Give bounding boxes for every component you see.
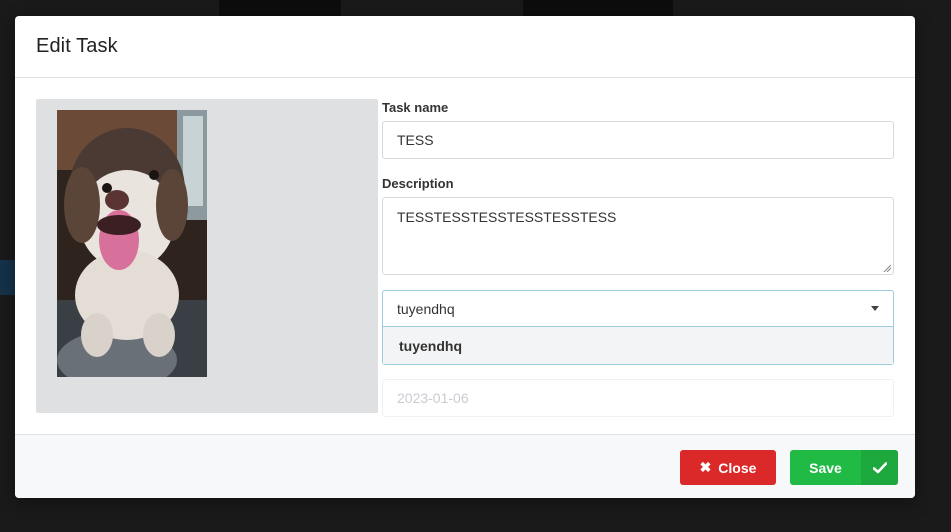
resize-handle-icon[interactable] [883, 264, 891, 272]
assignee-option[interactable]: tuyendhq [383, 327, 893, 364]
chevron-down-icon[interactable] [871, 306, 879, 311]
save-button-label: Save [809, 459, 842, 476]
save-button[interactable]: Save [790, 450, 898, 485]
modal-title: Edit Task [36, 35, 118, 57]
modal-body: Task name TESS Description TESSTESSTESST… [15, 78, 915, 435]
task-image-panel [36, 99, 378, 413]
assignee-dropdown-menu: tuyendhq [382, 327, 894, 365]
modal-footer: ✖ Close Save [15, 434, 915, 498]
task-name-label: Task name [382, 100, 449, 115]
close-button[interactable]: ✖ Close [680, 450, 776, 485]
assignee-select[interactable]: tuyendhq tuyendhq [382, 290, 894, 365]
assignee-selected-value: tuyendhq [397, 300, 455, 317]
task-photo [57, 110, 207, 377]
modal-header: Edit Task [15, 16, 915, 78]
description-text: TESSTESSTESSTESSTESSTESS [397, 209, 617, 225]
assignee-select-box[interactable]: tuyendhq [382, 290, 894, 327]
close-button-label: Close [718, 459, 757, 476]
due-date-input[interactable]: 2023-01-06 [382, 379, 894, 417]
checkmark-icon [861, 450, 898, 485]
description-label: Description [382, 176, 454, 191]
close-icon: ✖ [699, 459, 712, 475]
task-name-input[interactable]: TESS [382, 121, 894, 159]
description-textarea[interactable]: TESSTESSTESSTESSTESSTESS [382, 197, 894, 275]
task-form: Task name TESS Description TESSTESSTESST… [382, 100, 894, 417]
edit-task-modal: Edit Task Task name TESS Description TES… [15, 16, 915, 498]
